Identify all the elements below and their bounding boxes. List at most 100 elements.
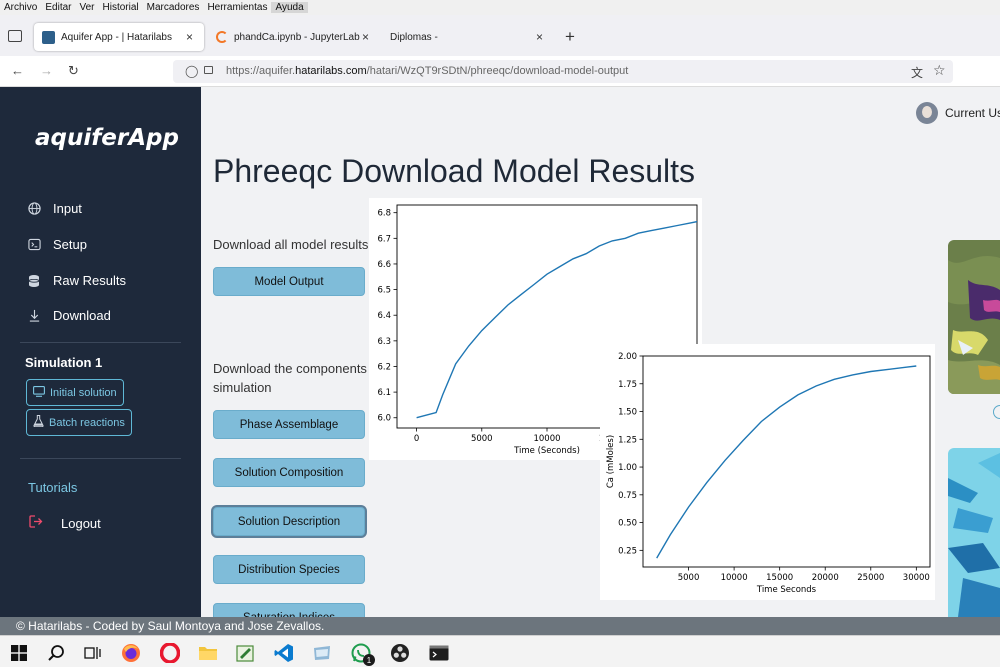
tab-label: phandCa.ipynb - JupyterLab	[234, 31, 360, 43]
reload-icon[interactable]: ↻	[68, 63, 79, 79]
saturation-indices-button[interactable]: Saturation Indices	[213, 603, 365, 617]
opera-icon[interactable]	[159, 642, 181, 664]
y-tick-label: 2.00	[618, 352, 637, 362]
tab-overview-icon[interactable]	[8, 30, 22, 42]
y-tick-label: 6.8	[377, 209, 391, 219]
x-tick-label: 25000	[857, 573, 884, 583]
monitor-icon	[33, 385, 45, 400]
y-tick-label: 1.50	[618, 408, 637, 418]
sidebar-item-raw-results[interactable]: Raw Results	[27, 273, 126, 288]
terminal-icon	[27, 238, 41, 252]
x-tick-label: 20000	[812, 573, 839, 583]
y-tick-label: 6.0	[377, 414, 391, 424]
notification-badge: 1	[363, 654, 375, 666]
chart-ca: 5000 10000 15000 20000 25000 30000 0.25 0.50 0.7…	[606, 352, 931, 595]
sidebar-divider	[20, 458, 181, 459]
solution-composition-button[interactable]: Solution Composition	[213, 458, 365, 487]
globe-icon	[27, 202, 41, 216]
sidebar-item-label: Raw Results	[53, 273, 126, 288]
series-line	[656, 365, 917, 559]
y-tick-label: 1.00	[618, 463, 637, 473]
menu-ver[interactable]: Ver	[75, 2, 98, 13]
tab-aquifer-app[interactable]: Aquifer App - | Hatarilabs ×	[34, 23, 204, 51]
terminal-icon[interactable]	[428, 642, 450, 664]
menu-bar: Archivo Editar Ver Historial Marcadores …	[0, 0, 1000, 15]
vscode-icon[interactable]	[273, 642, 295, 664]
x-tick-label: 10000	[533, 434, 560, 444]
distribution-species-button[interactable]: Distribution Species	[213, 555, 365, 584]
current-user[interactable]: Current Us	[916, 102, 1000, 124]
y-tick-label: 0.75	[618, 491, 637, 501]
x-axis-label: Time (Seconds)	[513, 446, 580, 456]
menu-archivo[interactable]: Archivo	[0, 2, 41, 13]
menu-editar[interactable]: Editar	[41, 2, 75, 13]
app-icon[interactable]	[311, 642, 333, 664]
initial-solution-button[interactable]: Initial solution	[26, 379, 124, 406]
y-tick-label: 1.75	[618, 380, 637, 390]
sidebar-item-download[interactable]: Download	[27, 308, 111, 323]
file-explorer-icon[interactable]	[197, 642, 219, 664]
map-control-icon[interactable]	[993, 405, 1000, 419]
menu-historial[interactable]: Historial	[99, 2, 143, 13]
translate-icon[interactable]: 文	[911, 64, 923, 81]
phase-assemblage-button[interactable]: Phase Assemblage	[213, 410, 365, 439]
model-output-button[interactable]: Model Output	[213, 267, 365, 296]
batch-reactions-button[interactable]: Batch reactions	[26, 409, 132, 436]
download-icon	[27, 309, 41, 323]
section-download-components: Download the components	[213, 361, 367, 376]
x-tick-label: 5000	[471, 434, 493, 444]
close-icon[interactable]: ×	[362, 30, 369, 44]
sidebar-item-label: Input	[53, 201, 82, 216]
x-tick-label: 30000	[903, 573, 930, 583]
star-icon[interactable]: ☆	[933, 62, 946, 79]
x-tick-label: 10000	[721, 573, 748, 583]
whatsapp-icon[interactable]: 1	[350, 642, 375, 666]
forward-icon[interactable]: →	[40, 63, 53, 78]
shield-icon[interactable]: ◯	[185, 64, 198, 78]
menu-herramientas[interactable]: Herramientas	[203, 2, 271, 13]
sidebar-item-input[interactable]: Input	[27, 201, 82, 216]
url-text: https://aquifer.hatarilabs.com/hatari/Wz…	[226, 65, 629, 77]
firefox-icon[interactable]	[120, 642, 142, 664]
paint-icon[interactable]	[234, 642, 256, 664]
sidebar: aquiferApp Input Setup Raw Results Downl…	[0, 87, 201, 617]
user-name: Current Us	[945, 106, 1000, 120]
app-icon	[42, 30, 55, 44]
back-icon[interactable]: ←	[11, 63, 24, 78]
chart-panel-2: 5000 10000 15000 20000 25000 30000 0.25 0.50 0.7…	[600, 344, 935, 600]
taskbar: 1	[0, 635, 1000, 667]
sidebar-item-label: Download	[53, 308, 111, 323]
task-view-icon[interactable]	[82, 642, 104, 664]
solution-description-button[interactable]: Solution Description	[213, 507, 365, 536]
search-icon[interactable]	[45, 642, 67, 664]
initial-solution-label: Initial solution	[50, 386, 117, 399]
nav-bar: ← → ↻ ◯ https://aquifer.hatarilabs.com/h…	[0, 56, 1000, 87]
tab-strip: Aquifer App - | Hatarilabs × phandCa.ipy…	[0, 15, 1000, 56]
simulation-title: Simulation 1	[25, 355, 103, 370]
main-content: Current Us Phreeqc Download Model Result…	[201, 87, 1000, 617]
plot-frame	[642, 355, 931, 568]
logo[interactable]: aquiferApp	[35, 125, 179, 151]
tab-diplomas[interactable]: Diplomas - ×	[382, 23, 557, 51]
windows-icon[interactable]	[8, 642, 30, 664]
tutorials-link[interactable]: Tutorials	[28, 480, 77, 495]
logout-link[interactable]: Logout	[29, 515, 101, 531]
url-bar[interactable]: ◯ https://aquifer.hatarilabs.com/hatari/…	[173, 60, 953, 83]
sidebar-item-setup[interactable]: Setup	[27, 237, 87, 252]
y-tick-label: 6.5	[377, 286, 391, 296]
database-icon	[27, 274, 41, 288]
menu-marcadores[interactable]: Marcadores	[143, 2, 204, 13]
sidebar-item-label: Setup	[53, 237, 87, 252]
close-icon[interactable]: ×	[536, 30, 543, 44]
y-tick-label: 6.1	[377, 388, 391, 398]
y-tick-label: 6.7	[377, 234, 391, 244]
x-tick-label: 15000	[766, 573, 793, 583]
y-tick-label: 1.25	[618, 435, 637, 445]
lock-icon[interactable]	[204, 66, 213, 74]
tab-label: Diplomas -	[390, 31, 438, 43]
menu-ayuda[interactable]: Ayuda	[271, 2, 308, 13]
obs-icon[interactable]	[389, 642, 411, 664]
close-icon[interactable]: ×	[186, 30, 193, 44]
tab-jupyterlab[interactable]: phandCa.ipynb - JupyterLab ×	[208, 23, 378, 51]
new-tab-button[interactable]: +	[565, 27, 575, 47]
